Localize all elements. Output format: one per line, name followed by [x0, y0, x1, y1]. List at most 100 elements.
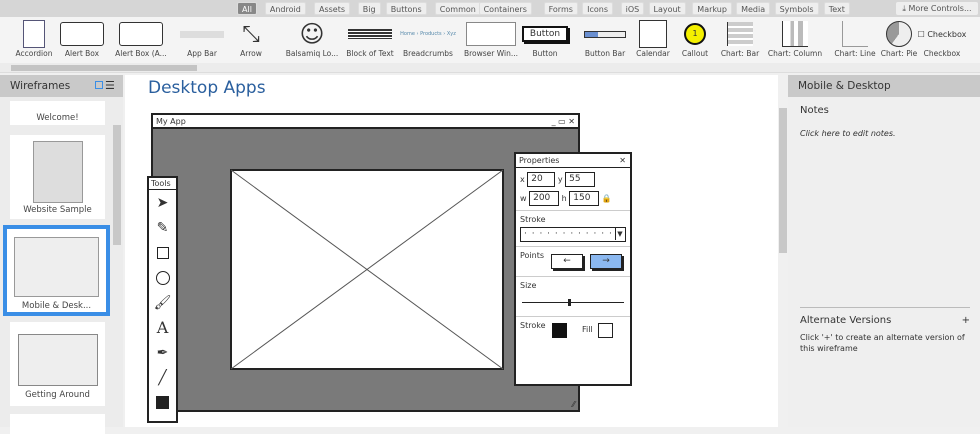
size-slider[interactable]: [522, 299, 624, 306]
rectangle-tool-icon[interactable]: [149, 240, 176, 265]
pencil-tool-icon[interactable]: ✎: [149, 215, 176, 240]
list-view-icon[interactable]: ☰: [105, 75, 115, 97]
palette-item-alert-box[interactable]: Alert Box: [52, 19, 112, 63]
palette-item-arrow[interactable]: ⤡ Arrow: [221, 19, 281, 63]
palette-item-label: Breadcrumbs: [403, 49, 453, 58]
ui-library-palette: Accordion Alert Box Alert Box (A... App Bar…: [0, 17, 980, 63]
brush-tool-icon[interactable]: 🖌: [149, 290, 176, 315]
palette-icon: Button: [515, 19, 575, 49]
h-label: h: [561, 194, 567, 203]
palette-icon: ☐ Checkbox: [917, 29, 967, 39]
arrow-right-button[interactable]: →: [590, 254, 622, 269]
height-input[interactable]: 150: [569, 191, 600, 206]
properties-sidebar: Mobile & Desktop Notes Click here to edi…: [788, 75, 980, 427]
wireframes-panel: Wireframes ☰ Welcome! Website Sample Mob…: [0, 75, 123, 434]
palette-icon: ☺: [299, 20, 325, 48]
tab-all[interactable]: All: [237, 2, 257, 15]
tab-common[interactable]: Common: [434, 2, 481, 15]
thumb-label: Welcome!: [36, 113, 79, 123]
app-window-title: My App: [156, 117, 186, 126]
palette-scroll-thumb[interactable]: [11, 65, 197, 71]
palette-item-chart-column[interactable]: Chart: Column: [765, 19, 825, 63]
stroke-color-swatch[interactable]: [552, 323, 567, 338]
tab-big[interactable]: Big: [357, 2, 381, 15]
width-input[interactable]: 200: [529, 191, 560, 206]
tab-ios[interactable]: iOS: [620, 2, 645, 15]
wireframe-thumb-website-sample[interactable]: Website Sample: [10, 135, 105, 219]
tab-symbols[interactable]: Symbols: [774, 2, 819, 15]
thumb-label: Mobile & Desk...: [21, 301, 92, 311]
size-slider-knob[interactable]: [567, 299, 571, 306]
tools-title: Tools: [149, 178, 176, 190]
wireframe-thumb-getting-around[interactable]: Getting Around: [10, 322, 105, 406]
canvas-scroll-thumb[interactable]: [779, 108, 787, 253]
palette-item-label: Alert Box (A...: [115, 49, 167, 58]
palette-item-browser-win[interactable]: Browser Win...: [461, 19, 521, 63]
palette-item-label: Button: [532, 49, 558, 58]
palette-icon: Home › Products › Xyz: [400, 31, 456, 37]
tab-layout[interactable]: Layout: [648, 2, 686, 15]
alternate-versions-heading: Alternate Versions: [800, 315, 892, 326]
thumbnail-view-icon[interactable]: [95, 81, 103, 89]
palette-item-label: Browser Win...: [463, 49, 519, 58]
palette-icon: [765, 19, 825, 49]
eyedropper-tool-icon[interactable]: ✒: [149, 340, 176, 365]
text-tool-icon[interactable]: A: [149, 315, 176, 340]
palette-item-balsamiq-lo[interactable]: ☺ Balsamiq Lo...: [282, 19, 342, 63]
tab-markup[interactable]: Markup: [692, 2, 732, 15]
notes-editor[interactable]: Click here to edit notes.: [800, 129, 896, 138]
image-placeholder[interactable]: [230, 169, 504, 370]
ellipse-tool-icon[interactable]: [149, 265, 176, 290]
stamp-tool-icon[interactable]: [149, 390, 176, 415]
tab-buttons[interactable]: Buttons: [385, 2, 427, 15]
arrow-left-button[interactable]: ←: [551, 254, 583, 269]
tab-android[interactable]: Android: [264, 2, 306, 15]
tab-assets[interactable]: Assets: [314, 2, 351, 15]
palette-item-checkbox[interactable]: ☐ Checkbox Checkbox: [912, 19, 972, 63]
wireframes-scrollbar[interactable]: [113, 125, 121, 245]
tab-icons[interactable]: Icons: [582, 2, 613, 15]
palette-icon: ⤡: [242, 21, 260, 47]
palette-item-label: Chart: Column: [767, 49, 823, 58]
close-icon[interactable]: ✕: [619, 156, 626, 165]
resize-grip-icon[interactable]: ⁄⁄: [572, 400, 575, 409]
wireframe-thumb-next[interactable]: [10, 414, 105, 434]
tab-containers[interactable]: Containers: [478, 2, 532, 15]
more-controls-label: More Controls...: [908, 4, 972, 13]
points-label: Points: [520, 251, 545, 260]
palette-item-label: Block of Text: [346, 49, 394, 58]
palette-item-breadcrumbs[interactable]: Home › Products › Xyz Breadcrumbs: [398, 19, 458, 63]
wireframes-header: Wireframes ☰: [0, 75, 123, 97]
stroke-style-dropdown[interactable]: · · · · · · · · · · · · ▼: [520, 227, 626, 242]
tab-text[interactable]: Text: [823, 2, 850, 15]
chevron-down-icon: ▼: [615, 228, 625, 240]
tools-palette: Tools ➤ ✎ 🖌 A ✒ ╱: [147, 176, 178, 423]
more-controls-button[interactable]: ⤓ More Controls...: [896, 2, 978, 15]
palette-icon: [52, 19, 112, 49]
x-input[interactable]: 20: [527, 172, 556, 187]
lock-icon[interactable]: 🔒: [602, 194, 612, 203]
palette-item-button[interactable]: Button Button: [515, 19, 575, 63]
tab-forms[interactable]: Forms: [543, 2, 578, 15]
tab-media[interactable]: Media: [736, 2, 771, 15]
wireframe-thumb-mobile-desktop[interactable]: Mobile & Desk...: [3, 225, 110, 316]
fill-color-swatch[interactable]: [598, 323, 613, 338]
wireframe-thumb-welcome[interactable]: Welcome!: [10, 101, 105, 125]
wireframe-name-header: Mobile & Desktop: [788, 75, 980, 97]
y-input[interactable]: 55: [565, 172, 596, 187]
pointer-tool-icon[interactable]: ➤: [149, 190, 176, 215]
line-tool-icon[interactable]: ╱: [149, 365, 176, 390]
palette-item-block-of-text[interactable]: Block of Text: [340, 19, 400, 63]
wireframe-canvas[interactable]: Desktop Apps My App _ ▭ ✕ ⁄⁄ Tools ➤ ✎ 🖌 …: [125, 75, 778, 427]
palette-item-label: Chart: Bar: [720, 49, 760, 58]
divider: [800, 307, 970, 308]
palette-icon: [710, 19, 770, 49]
palette-item-chart-bar[interactable]: Chart: Bar: [710, 19, 770, 63]
properties-title: Properties: [519, 156, 560, 165]
canvas-scrollbar[interactable]: [778, 75, 788, 427]
add-alternate-version-button[interactable]: +: [962, 315, 970, 326]
properties-panel: Properties ✕ x 20 y 55 w 200 h 150 🔒 Stro…: [514, 152, 632, 386]
palette-item-alert-box-a[interactable]: Alert Box (A...: [111, 19, 171, 63]
stroke-style-label: Stroke: [520, 215, 546, 224]
palette-item-label: Arrow: [240, 49, 262, 58]
